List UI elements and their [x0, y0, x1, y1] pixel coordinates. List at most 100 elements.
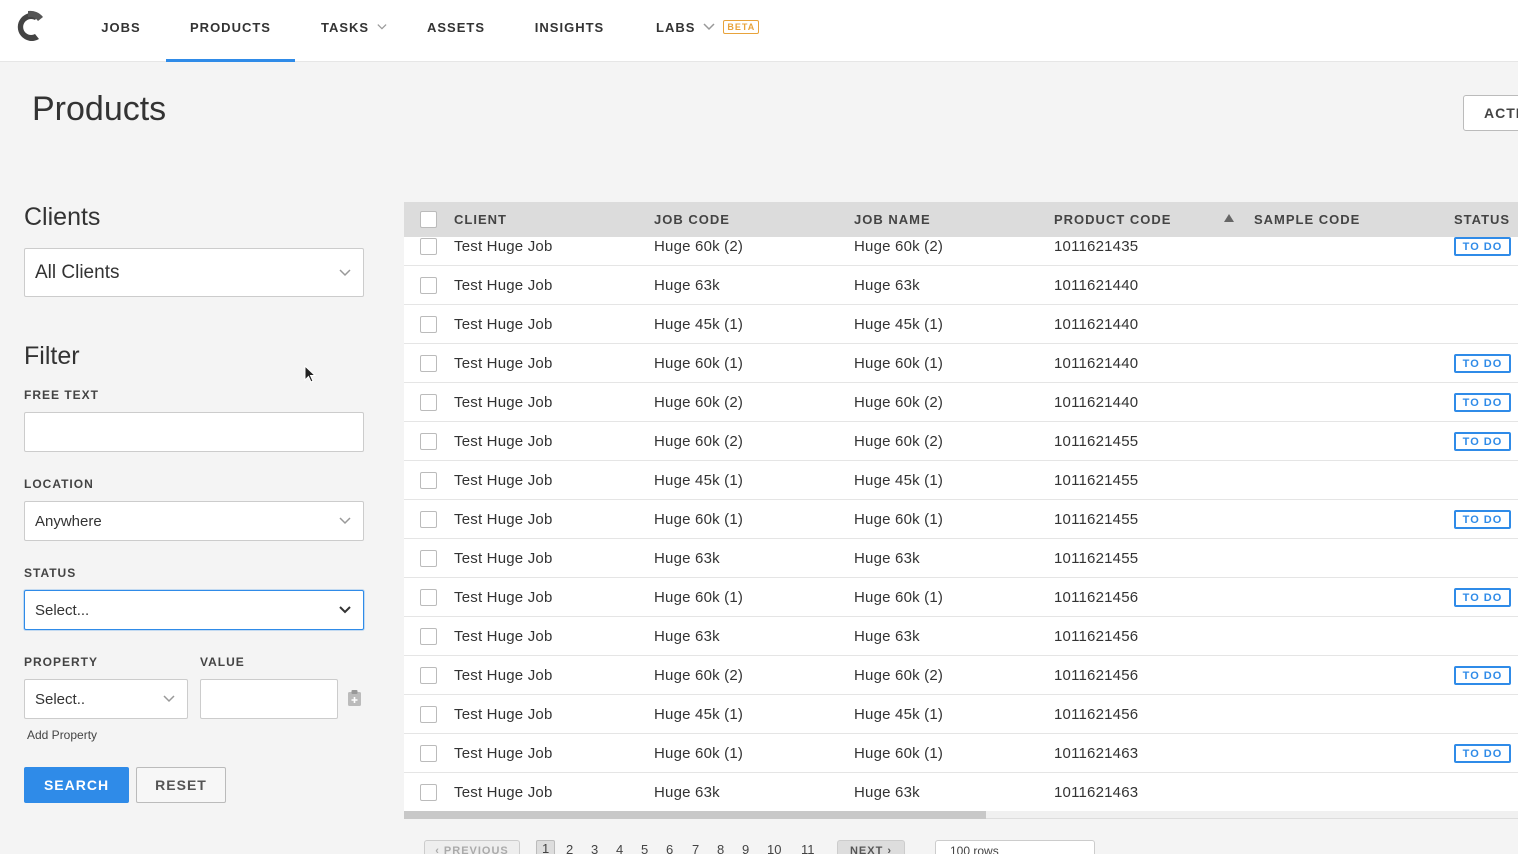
cell-client: Test Huge Job — [454, 589, 553, 606]
page-number[interactable]: 9 — [742, 842, 749, 854]
page-number[interactable]: 11 — [801, 842, 815, 854]
beta-badge: BETA — [723, 20, 760, 34]
reset-button[interactable]: RESET — [136, 767, 226, 803]
page-number[interactable]: 7 — [692, 842, 699, 854]
add-property-link[interactable]: Add Property — [27, 728, 97, 742]
row-checkbox[interactable] — [420, 277, 437, 294]
column-header-client[interactable]: CLIENT — [454, 202, 507, 237]
products-table: CLIENT JOB CODE JOB NAME PRODUCT CODE SA… — [404, 202, 1518, 818]
page-number[interactable]: 5 — [641, 842, 648, 854]
nav-item-tasks[interactable]: TASKS — [321, 0, 387, 62]
nav-item-labs[interactable]: LABS BETA — [656, 0, 766, 62]
property-value-input[interactable] — [200, 679, 338, 719]
free-text-input[interactable] — [24, 412, 364, 452]
page-number[interactable]: 2 — [566, 842, 573, 854]
table-row[interactable]: Test Huge Job Huge 63k Huge 63k 1011621463 — [404, 773, 1518, 812]
nav-item-assets[interactable]: ASSETS — [427, 0, 484, 62]
cell-product-code: 1011621456 — [1054, 589, 1139, 606]
chevron-down-icon — [163, 695, 175, 703]
cell-client: Test Huge Job — [454, 355, 553, 372]
row-checkbox[interactable] — [420, 589, 437, 606]
rows-per-page-select[interactable]: 100 rows — [935, 840, 1095, 854]
nav-item-insights[interactable]: INSIGHTS — [535, 0, 603, 62]
row-checkbox[interactable] — [420, 472, 437, 489]
cell-client: Test Huge Job — [454, 316, 553, 333]
row-checkbox[interactable] — [420, 394, 437, 411]
page-number[interactable]: 4 — [616, 842, 623, 854]
select-all-checkbox[interactable] — [420, 211, 437, 228]
nav-item-products[interactable]: PRODUCTS — [166, 0, 295, 62]
row-checkbox[interactable] — [420, 706, 437, 723]
cell-job-code: Huge 63k — [654, 550, 720, 567]
table-row[interactable]: Test Huge Job Huge 45k (1) Huge 45k (1) 101… — [404, 461, 1518, 500]
table-row[interactable]: Test Huge Job Huge 60k (1) Huge 60k (1) 101… — [404, 500, 1518, 539]
column-header-job-name[interactable]: JOB NAME — [854, 202, 931, 237]
cell-job-name: Huge 60k (2) — [854, 394, 944, 411]
column-header-product-code[interactable]: PRODUCT CODE — [1054, 202, 1171, 237]
cell-job-code: Huge 45k (1) — [654, 316, 744, 333]
location-select[interactable]: Anywhere — [24, 501, 364, 541]
cell-job-name: Huge 63k — [854, 277, 920, 294]
row-checkbox[interactable] — [420, 355, 437, 372]
table-row[interactable]: Test Huge Job Huge 60k (2) Huge 60k (2) 101… — [404, 656, 1518, 695]
next-page-button[interactable]: NEXT › — [837, 840, 905, 854]
row-checkbox[interactable] — [420, 511, 437, 528]
cell-job-name: Huge 63k — [854, 628, 920, 645]
status-select[interactable]: Select... — [24, 590, 364, 630]
table-row[interactable]: Test Huge Job Huge 60k (1) Huge 60k (1) 101… — [404, 734, 1518, 773]
table-row[interactable]: Test Huge Job Huge 63k Huge 63k 1011621440 — [404, 266, 1518, 305]
row-checkbox[interactable] — [420, 238, 437, 255]
previous-page-button[interactable]: ‹ PREVIOUS — [424, 840, 520, 854]
table-header: CLIENT JOB CODE JOB NAME PRODUCT CODE SA… — [404, 202, 1518, 237]
horizontal-scrollbar-thumb[interactable] — [404, 811, 986, 819]
search-button[interactable]: SEARCH — [24, 767, 129, 803]
cell-job-name: Huge 60k (1) — [854, 511, 944, 528]
rows-per-page-value: 100 rows — [950, 844, 999, 854]
row-checkbox[interactable] — [420, 628, 437, 645]
table-row[interactable]: Test Huge Job Huge 60k (2) Huge 60k (2) 101… — [404, 422, 1518, 461]
column-header-status[interactable]: STATUS — [1454, 202, 1510, 237]
table-row[interactable]: Test Huge Job Huge 60k (2) Huge 60k (2) 101… — [404, 383, 1518, 422]
table-row[interactable]: Test Huge Job Huge 60k (1) Huge 60k (1) 101… — [404, 344, 1518, 383]
top-navigation: JOBS PRODUCTS TASKS ASSETS INSIGHTS LABS… — [0, 0, 1518, 62]
page-number[interactable]: 3 — [591, 842, 598, 854]
page-number[interactable]: 6 — [666, 842, 673, 854]
cell-product-code: 1011621455 — [1054, 511, 1139, 528]
property-label: PROPERTY — [24, 655, 99, 669]
row-checkbox[interactable] — [420, 745, 437, 762]
column-header-job-code[interactable]: JOB CODE — [654, 202, 730, 237]
table-row[interactable]: Test Huge Job Huge 63k Huge 63k 1011621455 — [404, 539, 1518, 578]
status-badge: TO DO — [1454, 744, 1511, 763]
cell-product-code: 1011621456 — [1054, 628, 1139, 645]
chevron-down-icon — [703, 23, 715, 31]
row-checkbox[interactable] — [420, 433, 437, 450]
clipboard-add-icon[interactable] — [347, 689, 362, 707]
nav-item-jobs[interactable]: JOBS — [101, 0, 139, 62]
cell-product-code: 1011621455 — [1054, 433, 1139, 450]
actions-button[interactable]: ACTI — [1463, 95, 1518, 131]
row-checkbox[interactable] — [420, 550, 437, 567]
page-number[interactable]: 1 — [536, 840, 556, 854]
column-header-sample-code[interactable]: SAMPLE CODE — [1254, 202, 1360, 237]
property-select-value: Select.. — [35, 690, 86, 708]
table-row[interactable]: Test Huge Job Huge 60k (1) Huge 60k (1) 101… — [404, 578, 1518, 617]
cell-client: Test Huge Job — [454, 628, 553, 645]
table-row[interactable]: Test Huge Job Huge 45k (1) Huge 45k (1) 101… — [404, 695, 1518, 734]
cell-job-name: Huge 60k (1) — [854, 745, 944, 762]
cell-job-code: Huge 63k — [654, 784, 720, 801]
free-text-label: FREE TEXT — [24, 388, 100, 402]
page-number[interactable]: 8 — [717, 842, 724, 854]
app-logo-icon[interactable] — [9, 7, 47, 47]
filter-sidebar: Clients All Clients Filter FREE TEXT LOC… — [0, 162, 388, 854]
table-row[interactable]: Test Huge Job Huge 63k Huge 63k 1011621456 — [404, 617, 1518, 656]
cell-client: Test Huge Job — [454, 472, 553, 489]
table-row[interactable]: Test Huge Job Huge 45k (1) Huge 45k (1) 101… — [404, 305, 1518, 344]
row-checkbox[interactable] — [420, 316, 437, 333]
status-select-value: Select... — [35, 601, 90, 619]
sort-ascending-icon[interactable] — [1224, 214, 1234, 222]
page-number[interactable]: 10 — [767, 842, 781, 854]
clients-select[interactable]: All Clients — [24, 248, 364, 297]
row-checkbox[interactable] — [420, 667, 437, 684]
property-select[interactable]: Select.. — [24, 679, 188, 719]
row-checkbox[interactable] — [420, 784, 437, 801]
